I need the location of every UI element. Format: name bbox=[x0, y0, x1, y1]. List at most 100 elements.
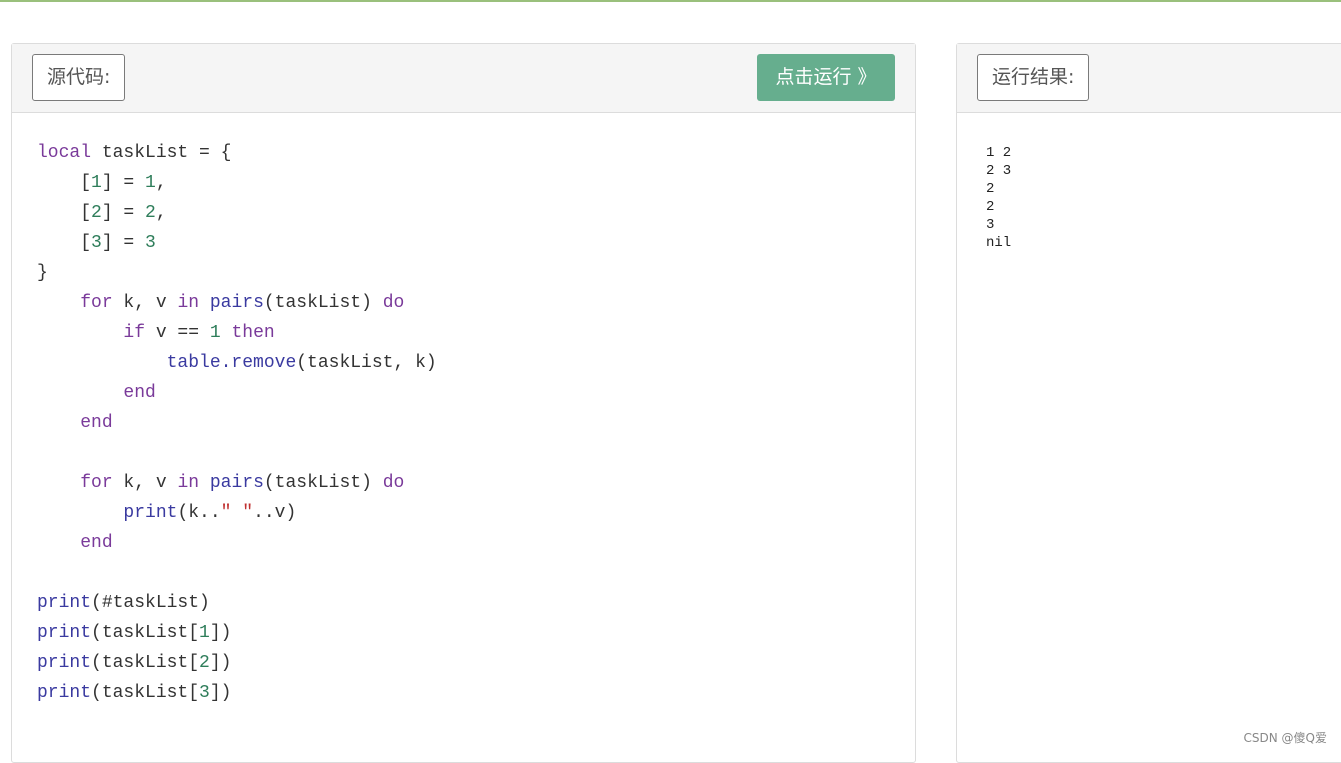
code-token bbox=[37, 503, 123, 523]
code-token bbox=[37, 383, 123, 403]
top-accent-bar bbox=[0, 0, 1341, 2]
code-token: for bbox=[80, 293, 112, 313]
code-line: for k, v in pairs(taskList) do bbox=[37, 288, 437, 318]
output-line: 2 bbox=[986, 198, 1011, 216]
code-line: table.remove(taskList, k) bbox=[37, 348, 437, 378]
code-token bbox=[37, 533, 80, 553]
code-token bbox=[199, 293, 210, 313]
code-line: print(taskList[3]) bbox=[37, 678, 437, 708]
run-button[interactable]: 点击运行 》 bbox=[757, 54, 895, 101]
code-line: } bbox=[37, 258, 437, 288]
code-token: 1 bbox=[210, 323, 221, 343]
code-line: end bbox=[37, 408, 437, 438]
code-token: (taskList) bbox=[264, 293, 383, 313]
source-code-label: 源代码: bbox=[32, 54, 125, 101]
code-line: print(k.." "..v) bbox=[37, 498, 437, 528]
code-token: local bbox=[37, 143, 91, 163]
code-token: 2 bbox=[91, 203, 102, 223]
output-line: 1 2 bbox=[986, 144, 1011, 162]
code-token: (taskList[ bbox=[91, 653, 199, 673]
code-token bbox=[37, 473, 80, 493]
code-token: , bbox=[156, 173, 167, 193]
code-token: (#taskList) bbox=[91, 593, 210, 613]
code-token bbox=[199, 473, 210, 493]
code-token bbox=[37, 293, 80, 313]
code-token: in bbox=[177, 473, 199, 493]
code-token: k, v bbox=[113, 293, 178, 313]
run-result-label: 运行结果: bbox=[977, 54, 1089, 101]
code-token: (k.. bbox=[177, 503, 220, 523]
code-token bbox=[37, 353, 167, 373]
code-token: k, v bbox=[113, 473, 178, 493]
code-token: print bbox=[37, 623, 91, 643]
code-token: for bbox=[80, 473, 112, 493]
code-token: ]) bbox=[210, 623, 232, 643]
code-token: , bbox=[156, 203, 167, 223]
run-result-panel: 运行结果: 1 22 3223nil bbox=[956, 43, 1341, 763]
code-editor[interactable]: local taskList = { [1] = 1, [2] = 2, [3]… bbox=[37, 138, 437, 708]
output-console: 1 22 3223nil bbox=[986, 144, 1011, 252]
code-token: if bbox=[123, 323, 145, 343]
output-line: 2 3 bbox=[986, 162, 1011, 180]
code-line: [2] = 2, bbox=[37, 198, 437, 228]
code-line: for k, v in pairs(taskList) do bbox=[37, 468, 437, 498]
code-token: ]) bbox=[210, 683, 232, 703]
output-line: 3 bbox=[986, 216, 1011, 234]
code-line: [1] = 1, bbox=[37, 168, 437, 198]
code-token: ..v) bbox=[253, 503, 296, 523]
code-token: taskList = { bbox=[91, 143, 231, 163]
code-token: (taskList[ bbox=[91, 623, 199, 643]
code-token: ]) bbox=[210, 653, 232, 673]
code-token: 3 bbox=[145, 233, 156, 253]
code-token: ] = bbox=[102, 203, 145, 223]
code-token: do bbox=[383, 473, 405, 493]
code-token: table.remove bbox=[167, 353, 297, 373]
code-token: then bbox=[231, 323, 274, 343]
code-token bbox=[221, 323, 232, 343]
code-token: end bbox=[80, 413, 112, 433]
code-token: (taskList, k) bbox=[296, 353, 436, 373]
code-line: end bbox=[37, 378, 437, 408]
code-token: do bbox=[383, 293, 405, 313]
code-token: pairs bbox=[210, 473, 264, 493]
code-token: ] = bbox=[102, 173, 145, 193]
code-token: 3 bbox=[199, 683, 210, 703]
code-token: print bbox=[37, 653, 91, 673]
code-token: (taskList[ bbox=[91, 683, 199, 703]
code-token: pairs bbox=[210, 293, 264, 313]
code-token: 1 bbox=[91, 173, 102, 193]
code-token bbox=[37, 413, 80, 433]
source-panel-header: 源代码: 点击运行 》 bbox=[12, 44, 915, 113]
source-code-panel: 源代码: 点击运行 》 local taskList = { [1] = 1, … bbox=[11, 43, 916, 763]
result-panel-header: 运行结果: bbox=[957, 44, 1341, 113]
code-token: 2 bbox=[145, 203, 156, 223]
code-token: end bbox=[80, 533, 112, 553]
output-line: nil bbox=[986, 234, 1011, 252]
code-token: 1 bbox=[199, 623, 210, 643]
code-token: [ bbox=[37, 173, 91, 193]
code-token: 2 bbox=[199, 653, 210, 673]
code-token: " " bbox=[221, 503, 253, 523]
code-line: [3] = 3 bbox=[37, 228, 437, 258]
output-line: 2 bbox=[986, 180, 1011, 198]
code-line: print(taskList[1]) bbox=[37, 618, 437, 648]
code-line: local taskList = { bbox=[37, 138, 437, 168]
code-token: end bbox=[123, 383, 155, 403]
code-line: if v == 1 then bbox=[37, 318, 437, 348]
code-line: print(#taskList) bbox=[37, 588, 437, 618]
code-token: print bbox=[123, 503, 177, 523]
csdn-watermark: CSDN @傻Q爱 bbox=[1244, 729, 1327, 746]
code-token: 1 bbox=[145, 173, 156, 193]
code-token: print bbox=[37, 593, 91, 613]
code-token: print bbox=[37, 683, 91, 703]
code-token bbox=[37, 323, 123, 343]
code-token: [ bbox=[37, 203, 91, 223]
code-token: ] = bbox=[102, 233, 145, 253]
code-token: } bbox=[37, 263, 48, 283]
code-line bbox=[37, 558, 437, 588]
code-token: [ bbox=[37, 233, 91, 253]
code-token: 3 bbox=[91, 233, 102, 253]
code-line: print(taskList[2]) bbox=[37, 648, 437, 678]
code-token: in bbox=[177, 293, 199, 313]
code-token: v == bbox=[145, 323, 210, 343]
